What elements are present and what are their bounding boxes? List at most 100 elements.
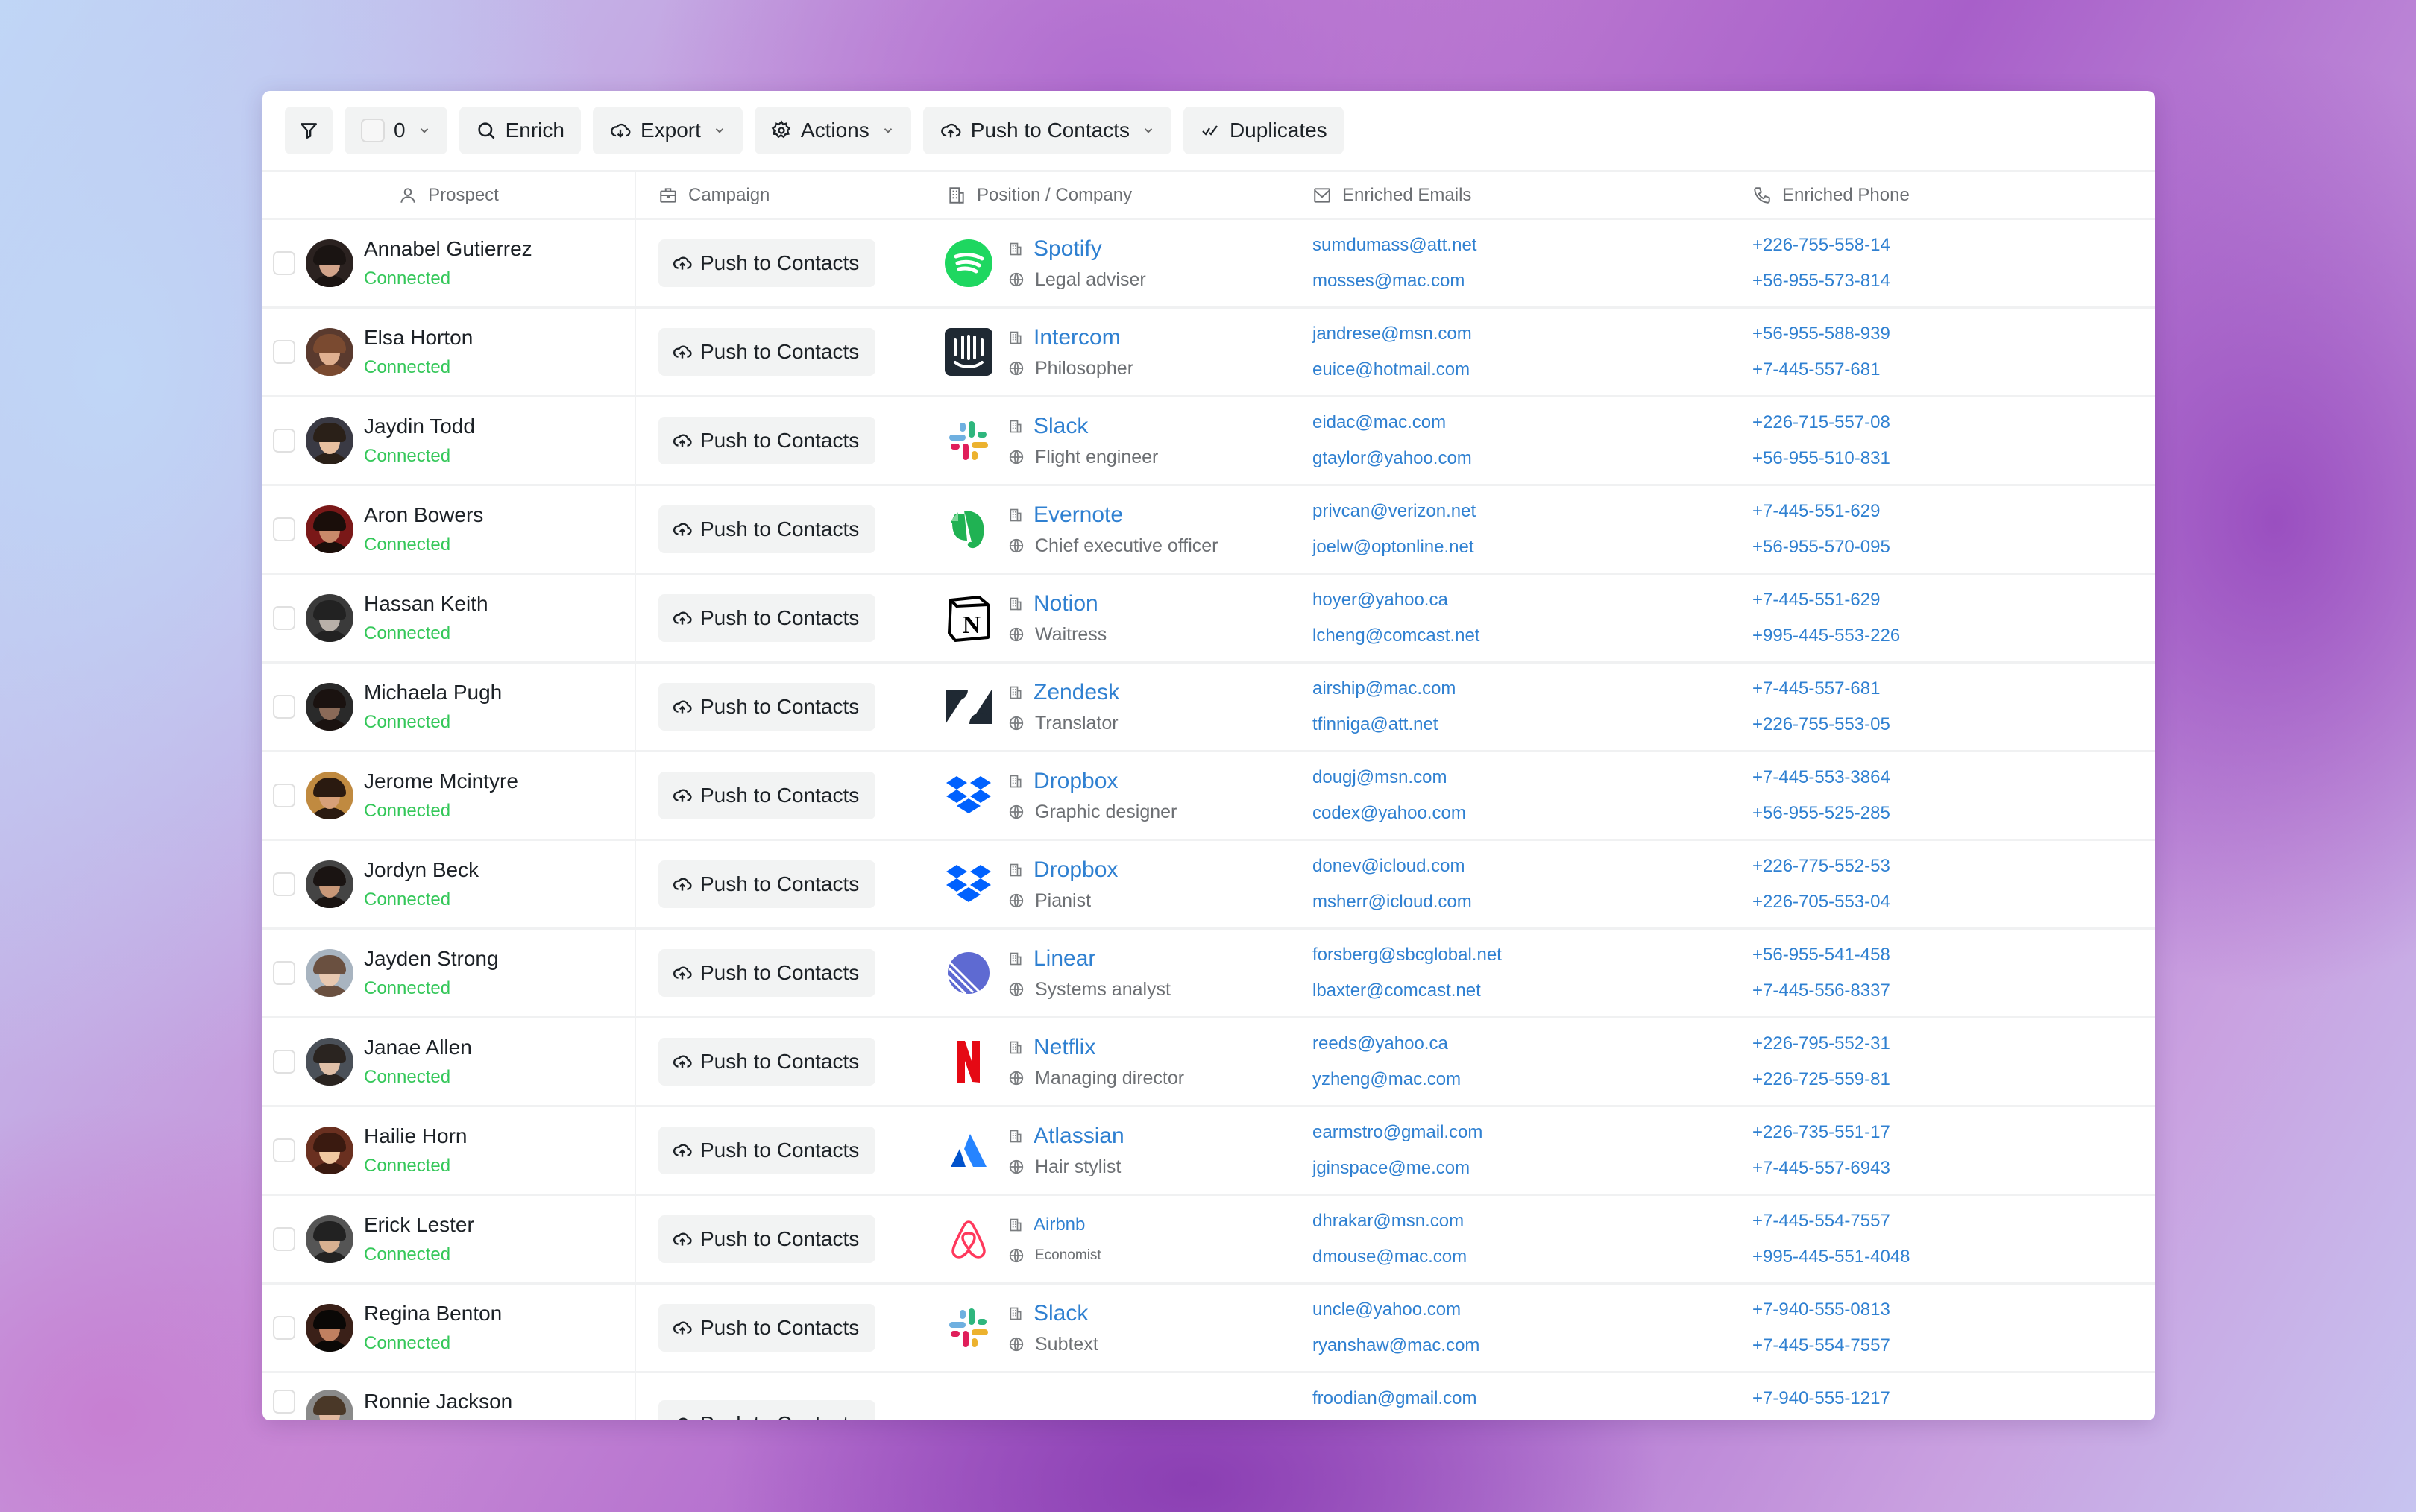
table-row[interactable]: Jordyn Beck Connected Push to Contacts D… [262,841,2155,930]
table-row[interactable]: Erick Lester Connected Push to Contacts … [262,1196,2155,1285]
phone-link[interactable]: +226-705-553-04 [1752,892,1890,913]
row-checkbox[interactable] [273,606,295,630]
company-name[interactable]: Atlassian [1034,1123,1124,1150]
company-name[interactable]: Netflix [1034,1034,1095,1061]
email-link[interactable]: euice@hotmail.com [1312,359,1470,380]
prospect-name[interactable]: Jerome Mcintyre [364,769,518,793]
prospect-name[interactable]: Erick Lester [364,1213,474,1237]
phone-link[interactable]: +7-445-557-681 [1752,359,1880,380]
company-name[interactable]: Airbnb [1034,1212,1085,1238]
table-row[interactable]: Jaydin Todd Connected Push to Contacts S… [262,397,2155,486]
phone-link[interactable]: +226-755-553-05 [1752,714,1890,735]
email-link[interactable]: yzheng@mac.com [1312,1069,1461,1090]
select-all-checkbox[interactable] [361,119,385,142]
phone-link[interactable]: +56-955-573-814 [1752,271,1890,292]
row-checkbox[interactable] [273,1138,295,1162]
phone-link[interactable]: +995-445-553-226 [1752,626,1900,646]
phone-link[interactable]: +7-940-555-1217 [1752,1388,1890,1409]
phone-link[interactable]: +56-955-525-285 [1752,803,1890,824]
email-link[interactable]: forsberg@sbcglobal.net [1312,945,1502,966]
push-to-contacts-row-button[interactable]: Push to Contacts [658,772,876,819]
company-name[interactable]: Intercom [1034,324,1121,351]
push-to-contacts-row-button[interactable]: Push to Contacts [658,683,876,731]
email-link[interactable]: dougj@msn.com [1312,767,1447,788]
email-link[interactable]: privcan@verizon.net [1312,501,1476,522]
prospect-name[interactable]: Regina Benton [364,1302,502,1326]
phone-link[interactable]: +7-445-557-6943 [1752,1158,1890,1179]
phone-link[interactable]: +226-715-557-08 [1752,412,1890,433]
push-to-contacts-row-button[interactable]: Push to Contacts [658,328,876,376]
table-row[interactable]: Annabel Gutierrez Connected Push to Cont… [262,220,2155,309]
company-name[interactable]: Spotify [1034,236,1102,262]
push-to-contacts-row-button[interactable]: Push to Contacts [658,1038,876,1086]
column-header-prospect[interactable]: Prospect [262,172,636,218]
table-row[interactable]: Elsa Horton Connected Push to Contacts I… [262,309,2155,397]
table-row[interactable]: Aron Bowers Connected Push to Contacts E… [262,486,2155,575]
prospect-name[interactable]: Ronnie Jackson [364,1390,512,1414]
phone-link[interactable]: +226-795-552-31 [1752,1033,1890,1054]
prospect-name[interactable]: Hailie Horn [364,1124,468,1148]
push-to-contacts-row-button[interactable]: Push to Contacts [658,1400,876,1420]
table-row[interactable]: Ronnie Jackson Push to Contacts froodian… [262,1373,2155,1420]
table-row[interactable]: Jerome Mcintyre Connected Push to Contac… [262,752,2155,841]
company-name[interactable]: Linear [1034,945,1095,972]
row-checkbox[interactable] [273,251,295,275]
phone-link[interactable]: +7-445-556-8337 [1752,980,1890,1001]
prospect-name[interactable]: Janae Allen [364,1036,472,1059]
phone-link[interactable]: +226-775-552-53 [1752,856,1890,877]
actions-button[interactable]: Actions [754,107,911,154]
push-to-contacts-row-button[interactable]: Push to Contacts [658,949,876,997]
phone-link[interactable]: +226-755-558-14 [1752,235,1890,256]
row-checkbox[interactable] [273,517,295,541]
phone-link[interactable]: +226-735-551-17 [1752,1122,1890,1143]
company-name[interactable]: Dropbox [1034,857,1118,883]
phone-link[interactable]: +7-445-551-629 [1752,501,1880,522]
table-row[interactable]: Michaela Pugh Connected Push to Contacts… [262,664,2155,752]
email-link[interactable]: earmstro@gmail.com [1312,1122,1482,1143]
row-checkbox[interactable] [273,695,295,719]
email-link[interactable]: mosses@mac.com [1312,271,1465,292]
email-link[interactable]: dmouse@mac.com [1312,1247,1467,1267]
push-to-contacts-row-button[interactable]: Push to Contacts [658,239,876,287]
phone-link[interactable]: +56-955-570-095 [1752,537,1890,558]
enrich-button[interactable]: Enrich [459,107,581,154]
prospect-name[interactable]: Jaydin Todd [364,415,475,438]
row-checkbox[interactable] [273,429,295,453]
row-checkbox[interactable] [273,340,295,364]
email-link[interactable]: froodian@gmail.com [1312,1388,1476,1409]
email-link[interactable]: gtaylor@yahoo.com [1312,448,1472,469]
row-checkbox[interactable] [273,1227,295,1251]
email-link[interactable]: airship@mac.com [1312,678,1456,699]
company-name[interactable]: Evernote [1034,502,1123,529]
phone-link[interactable]: +56-955-541-458 [1752,945,1890,966]
phone-link[interactable]: +56-955-510-831 [1752,448,1890,469]
push-to-contacts-row-button[interactable]: Push to Contacts [658,1304,876,1352]
phone-link[interactable]: +7-445-557-681 [1752,678,1880,699]
prospect-name[interactable]: Aron Bowers [364,503,483,527]
phone-link[interactable]: +56-955-588-939 [1752,324,1890,344]
prospect-name[interactable]: Annabel Gutierrez [364,237,532,261]
email-link[interactable]: ryanshaw@mac.com [1312,1335,1479,1356]
table-row[interactable]: Janae Allen Connected Push to Contacts N… [262,1018,2155,1107]
column-header-campaign[interactable]: Campaign [636,172,932,218]
duplicates-button[interactable]: Duplicates [1183,107,1344,154]
company-name[interactable]: Slack [1034,1300,1088,1327]
email-link[interactable]: jandrese@msn.com [1312,324,1472,344]
phone-link[interactable]: +226-725-559-81 [1752,1069,1890,1090]
email-link[interactable]: msherr@icloud.com [1312,892,1472,913]
email-link[interactable]: uncle@yahoo.com [1312,1300,1461,1320]
row-checkbox[interactable] [273,1050,295,1074]
push-to-contacts-row-button[interactable]: Push to Contacts [658,1127,876,1174]
prospect-name[interactable]: Jayden Strong [364,947,499,971]
push-to-contacts-row-button[interactable]: Push to Contacts [658,505,876,553]
table-row[interactable]: Hassan Keith Connected Push to Contacts … [262,575,2155,664]
row-checkbox[interactable] [273,1390,295,1414]
company-name[interactable]: Slack [1034,413,1088,440]
email-link[interactable]: hoyer@yahoo.ca [1312,590,1448,611]
phone-link[interactable]: +7-445-554-7557 [1752,1211,1890,1232]
table-row[interactable]: Jayden Strong Connected Push to Contacts… [262,930,2155,1018]
prospect-name[interactable]: Michaela Pugh [364,681,502,705]
email-link[interactable]: dhrakar@msn.com [1312,1211,1464,1232]
company-name[interactable]: Dropbox [1034,768,1118,795]
phone-link[interactable]: +7-445-553-3864 [1752,767,1890,788]
